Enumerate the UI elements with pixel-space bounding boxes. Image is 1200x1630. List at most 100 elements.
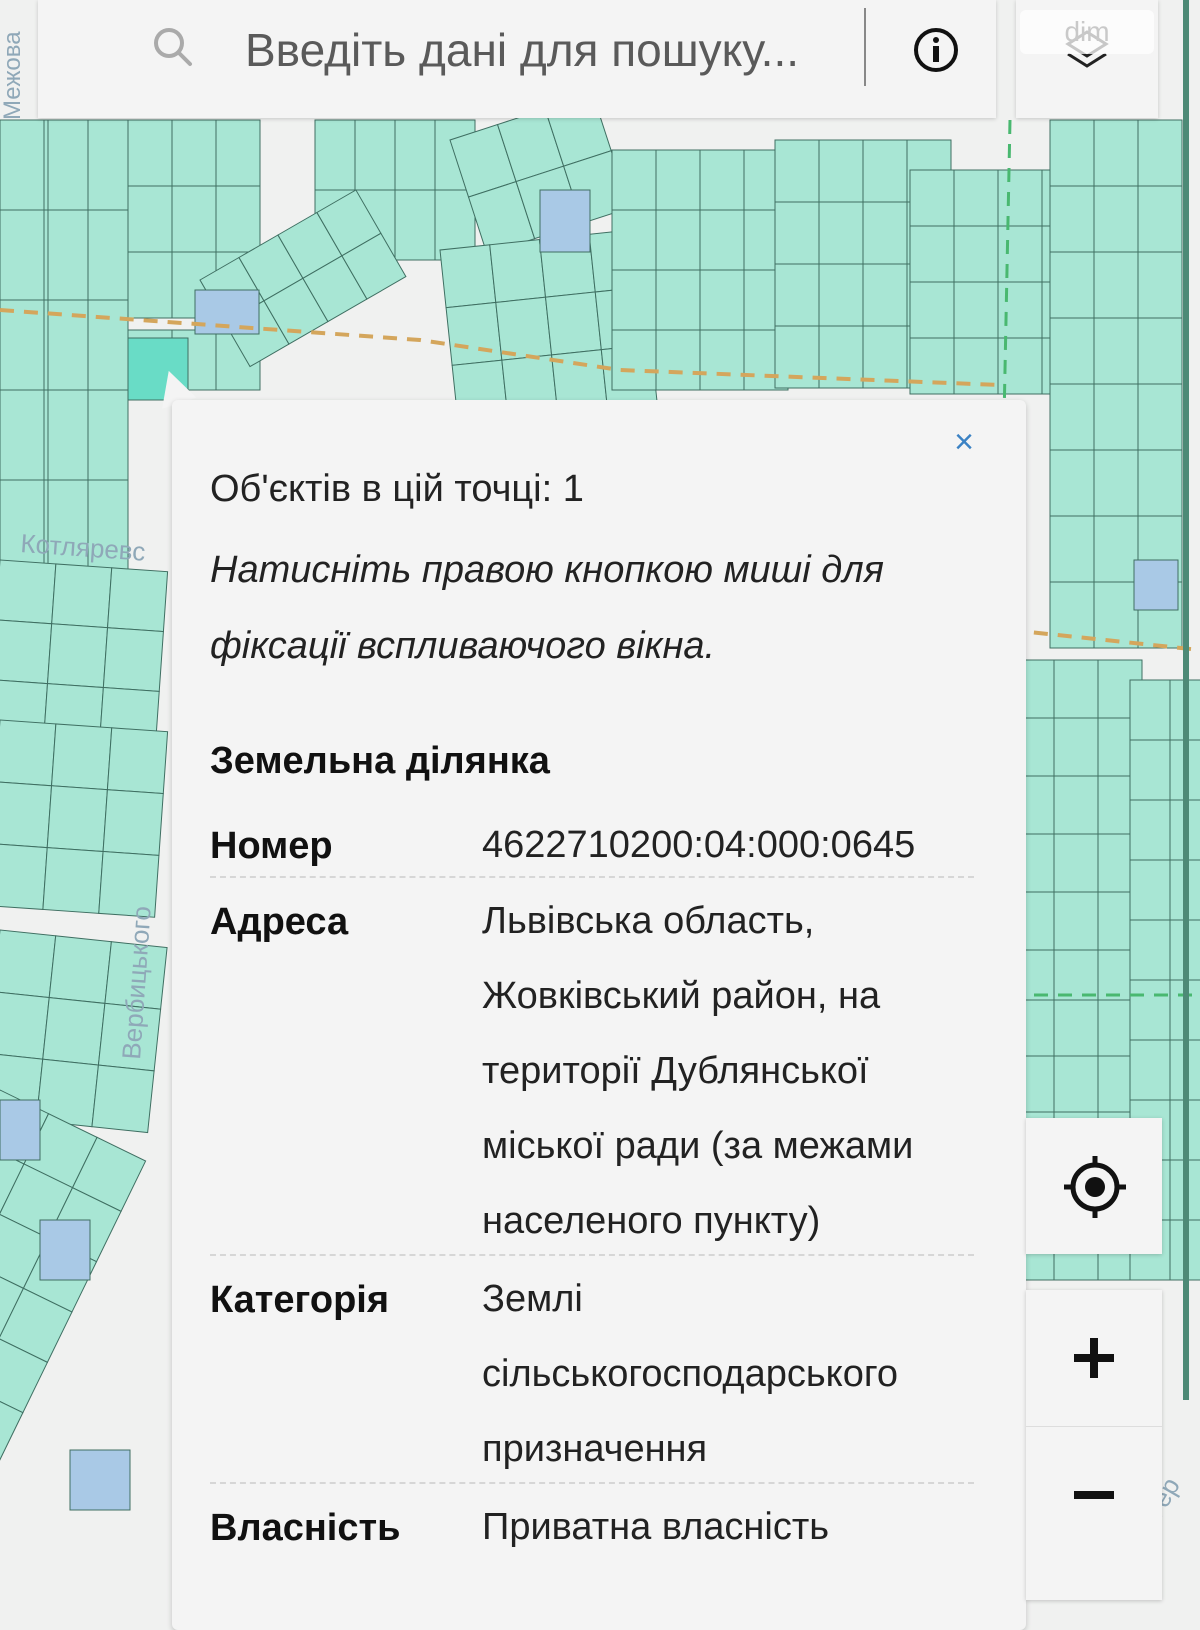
- parcel: [997, 281, 1043, 339]
- parcel: [655, 149, 701, 211]
- parcel: [445, 301, 503, 366]
- parcel: [42, 996, 106, 1066]
- parcel: [1053, 775, 1099, 835]
- parcel: [862, 139, 908, 203]
- property-key: Категорія: [210, 1279, 390, 1321]
- search-input[interactable]: [243, 14, 887, 86]
- parcel: [818, 263, 864, 327]
- search-bar: [38, 0, 996, 118]
- parcel: [1129, 679, 1171, 741]
- parcel: [1053, 949, 1099, 1009]
- parcel: [1049, 449, 1095, 517]
- parcel: [611, 329, 657, 391]
- property-row-number: Номер 4622710200:04:000:0645: [210, 808, 974, 878]
- parcel: [818, 201, 864, 265]
- parcel: [127, 251, 173, 319]
- property-row-address: Адреса Львівська область, Жовківський ра…: [210, 878, 974, 1256]
- parcel: [0, 559, 57, 625]
- parcel: [818, 139, 864, 203]
- search-icon[interactable]: [150, 24, 196, 70]
- parcel: [544, 291, 602, 356]
- zoom-out-button[interactable]: [1026, 1426, 1162, 1563]
- parcel: [953, 169, 999, 227]
- popup-hint: Натисніть правою кнопкою миші для фіксац…: [210, 532, 980, 684]
- parcel: [1049, 383, 1095, 451]
- parcel: [1093, 119, 1139, 187]
- parcel: [1093, 449, 1139, 517]
- parcel: [354, 119, 396, 191]
- parcel: [42, 847, 104, 914]
- parcel: [1053, 833, 1099, 893]
- parcel: [314, 119, 356, 191]
- parcel: [997, 169, 1043, 227]
- parcel: [46, 623, 109, 689]
- parcel: [51, 723, 113, 791]
- parcel: [1053, 999, 1099, 1057]
- parcel: [1129, 799, 1171, 861]
- parcel: [87, 119, 129, 211]
- parcel: [699, 209, 745, 271]
- close-icon[interactable]: ×: [942, 420, 986, 464]
- parcel: [46, 785, 108, 853]
- parcel: [1137, 317, 1183, 385]
- parcel: [909, 281, 955, 339]
- parcel: [0, 991, 50, 1060]
- parcel: [215, 185, 261, 253]
- parcel: [0, 389, 45, 481]
- parcel: [102, 627, 164, 692]
- zoom-in-button[interactable]: [1026, 1290, 1162, 1426]
- parcel: [1129, 1039, 1171, 1101]
- parcel: [655, 329, 701, 391]
- parcel: [1137, 119, 1183, 187]
- parcel: [774, 201, 820, 265]
- parcel: [1049, 119, 1095, 187]
- parcel: [1093, 383, 1139, 451]
- parcel: [47, 389, 89, 481]
- parcel: [699, 149, 745, 211]
- parcel: [127, 185, 173, 253]
- parcel: [539, 189, 591, 253]
- locate-icon: [1064, 1156, 1126, 1218]
- property-value: Приватна власність: [482, 1506, 830, 1548]
- parcel: [1093, 317, 1139, 385]
- parcel: [1129, 919, 1171, 981]
- parcel: [0, 119, 45, 211]
- parcel: [394, 119, 436, 191]
- text-caret: [864, 8, 866, 86]
- parcel: [1137, 449, 1183, 517]
- parcel: [1049, 185, 1095, 253]
- parcel: [655, 209, 701, 271]
- parcel: [51, 563, 113, 629]
- watermark-logo: dim: [1020, 10, 1154, 54]
- parcel: [48, 935, 112, 1004]
- parcel: [774, 263, 820, 327]
- info-icon[interactable]: [912, 26, 960, 74]
- section-title: Земельна ділянка: [210, 740, 550, 782]
- parcel: [699, 329, 745, 391]
- parcel: [1053, 891, 1099, 951]
- property-key: Номер: [210, 825, 333, 867]
- parcel: [69, 1449, 131, 1511]
- parcel: [1129, 979, 1171, 1041]
- parcel: [0, 929, 57, 999]
- parcel: [909, 225, 955, 283]
- property-row-category: Категорія Землі сільськогосподарського п…: [210, 1256, 974, 1484]
- parcel: [862, 263, 908, 327]
- parcel: [1133, 559, 1179, 611]
- parcel: [862, 201, 908, 265]
- parcel: [127, 119, 173, 187]
- parcel: [47, 119, 89, 211]
- parcel: [1137, 185, 1183, 253]
- parcel: [997, 225, 1043, 283]
- parcel: [394, 189, 436, 261]
- parcel: [1137, 251, 1183, 319]
- parcel: [39, 1219, 91, 1281]
- parcel: [1129, 739, 1171, 801]
- parcel: [489, 238, 547, 304]
- locate-button[interactable]: [1026, 1118, 1162, 1254]
- parcel: [1049, 317, 1095, 385]
- hint-line: Натисніть правою кнопкою миші для: [210, 549, 884, 591]
- parcel: [47, 209, 89, 301]
- property-value: 4622710200:04:000:0645: [482, 824, 916, 866]
- parcel: [611, 149, 657, 211]
